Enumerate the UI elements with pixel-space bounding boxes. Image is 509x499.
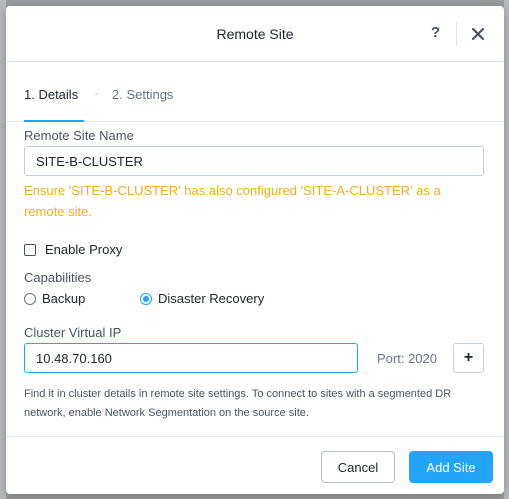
background-page-right [504, 0, 509, 499]
question-icon[interactable]: ? [431, 24, 440, 41]
backup-label: Backup [42, 291, 86, 306]
capability-disaster-recovery[interactable]: Disaster Recovery [140, 291, 264, 306]
tab-details[interactable]: 1. Details [24, 87, 78, 102]
remote-site-name-input[interactable] [24, 146, 484, 176]
disaster-recovery-label: Disaster Recovery [158, 291, 265, 306]
plus-icon: + [463, 349, 474, 366]
close-icon[interactable] [468, 24, 488, 44]
header-divider [456, 22, 457, 46]
cluster-vip-input[interactable] [24, 343, 358, 373]
disaster-recovery-radio[interactable] [140, 292, 152, 305]
wizard-tabs: 1. Details · 2. Settings [6, 62, 504, 122]
tab-separator: · [94, 86, 99, 101]
warning-message: Ensure 'SITE-B-CLUSTER' has also configu… [24, 183, 441, 219]
enable-proxy-row: Enable Proxy [24, 242, 122, 257]
remote-site-dialog: Remote Site ? 1. Details · 2. Settings R… [6, 6, 504, 494]
cluster-vip-hint: Find it in cluster details in remote sit… [24, 388, 452, 419]
add-site-button[interactable]: Add Site [409, 451, 493, 483]
capability-backup[interactable]: Backup [24, 291, 85, 306]
backup-radio[interactable] [24, 292, 36, 305]
dialog-header: Remote Site ? [6, 6, 504, 62]
dialog-footer: Cancel Add Site [6, 436, 504, 494]
port-label: Port: 2020 [377, 351, 437, 366]
active-tab-indicator [24, 120, 84, 122]
dialog-title: Remote Site [216, 26, 294, 42]
enable-proxy-label: Enable Proxy [45, 242, 123, 257]
enable-proxy-checkbox[interactable] [24, 243, 36, 256]
capabilities-label: Capabilities [24, 270, 92, 285]
remote-site-name-label: Remote Site Name [24, 128, 134, 143]
tab-settings[interactable]: 2. Settings [112, 87, 173, 102]
add-port-button[interactable]: + [453, 343, 484, 373]
cancel-button[interactable]: Cancel [321, 451, 395, 483]
cluster-vip-label: Cluster Virtual IP [24, 325, 122, 340]
